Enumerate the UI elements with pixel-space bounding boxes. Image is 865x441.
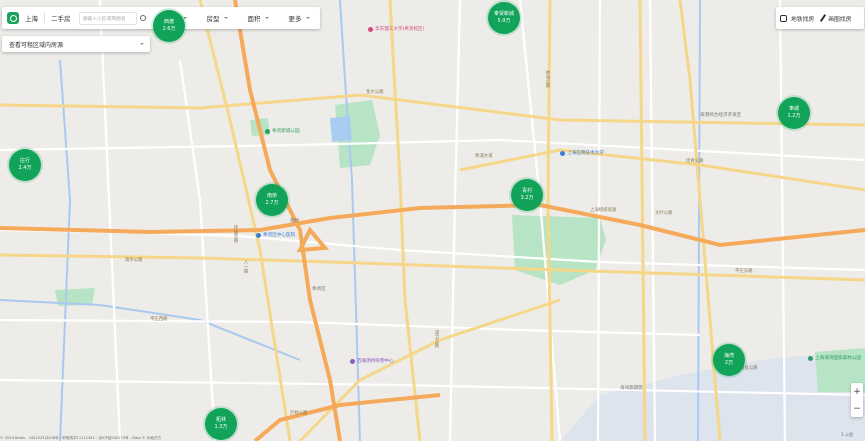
hospital-icon [256,232,261,238]
filter-area-label: 面积 [247,15,261,23]
cluster-name: 庄行 [19,158,30,164]
area-cluster-bubble[interactable]: 海湾 2万 [713,344,745,376]
chevron-down-icon [305,17,310,19]
cluster-count: 3.2万 [520,195,534,201]
pencil-icon [820,14,827,22]
metro-search-label: 地铁找房 [791,16,815,23]
cluster-name: 奉贤新城 [493,11,514,17]
road-label: 沪杭公路 [290,411,308,416]
road-label: 团青公路 [686,159,704,164]
cluster-count: 2.4万 [18,165,32,171]
poi-label: 百联南桥购物中心 [357,359,394,364]
poi-label: 上海海湾国家森林公园 [815,356,861,361]
area-cluster-bubble[interactable]: 西渡 2.6万 [153,10,185,42]
road-label: 浦卫公路 [434,330,439,348]
poi-marker[interactable]: 华东理工大学(奉贤校区) [368,26,425,32]
poi-label: 奉贤区中心医院 [263,233,296,238]
poi-marker[interactable]: 奉贤新城公园 [265,128,300,134]
right-tool-bar: 地铁找房 画圈找房 [776,7,864,29]
cluster-name: 奉城 [788,106,799,112]
filter-layout[interactable]: 房型 [207,13,228,23]
rentable-area-dropdown[interactable]: 查看可租区域内房源 [2,36,150,52]
filter-more-label: 更多 [288,15,302,23]
road-label: 环城东路 [233,225,238,243]
zoom-control: + − [851,383,863,417]
cluster-name: 海湾 [723,353,734,359]
chevron-down-icon [140,43,144,45]
cluster-count: 2.6万 [162,26,176,32]
road-label: 林海公路 [545,70,550,88]
school-icon [560,150,565,156]
area-label: 奉贤区 [312,287,326,292]
poi-label: 华东理工大学(奉贤校区) [375,27,425,32]
chevron-down-icon [264,17,269,19]
draw-search-button[interactable]: 画圈找房 [818,14,855,23]
road-label: 平庄西路 [150,317,168,322]
park-icon [808,355,813,361]
cluster-name: 青村 [521,188,532,194]
search-placeholder: 请输入小区或商圈名 [82,16,126,22]
filter-more[interactable]: 更多 [289,13,310,23]
cluster-count: 2.7万 [265,200,279,206]
road-label: 大叶公路 [655,211,673,216]
poi-marker[interactable]: 上海应用技术大学 [560,150,604,156]
metro-search-button[interactable]: 地铁找房 [776,14,818,23]
road-label: 上海绕城高速 [590,208,617,213]
poi-marker[interactable]: 上海海湾国家森林公园 [808,355,861,361]
mode-selector[interactable]: 二手房 [51,13,71,23]
map-scale: 1 公里 [841,432,853,437]
metro-icon [780,14,787,22]
park-icon [265,128,270,134]
divider [44,13,45,23]
cluster-count: 1.3万 [214,424,228,430]
area-cluster-bubble[interactable]: 青村 3.2万 [511,179,543,211]
city-selector[interactable]: 上海 [25,13,38,23]
poi-label: 上海应用技术大学 [567,151,604,156]
zoom-out-button[interactable]: − [853,404,861,414]
poi-marker[interactable]: 百联南桥购物中心 [350,358,394,364]
draw-search-label: 画圈找房 [828,16,852,23]
poi-label: 奉贤新城公园 [272,129,300,134]
road-label: 金大公路 [366,90,384,95]
area-cluster-bubble[interactable]: 奉城 1.2万 [778,97,810,129]
cluster-count: 2万 [724,360,734,366]
area-label: 海湾旅游区 [620,386,643,391]
filter-layout-label: 房型 [206,15,220,23]
school-icon [368,26,373,32]
filter-area[interactable]: 面积 [248,13,269,23]
shopping-icon [350,358,355,364]
map-copyright: © 2024 Baidu - GS(2023)3206号 - 甲测资字11111… [0,436,162,440]
rentable-area-label: 查看可租区域内房源 [9,41,64,49]
road-label: 平庄东路 [735,269,753,274]
cluster-name: 西渡 [163,19,174,25]
road-label: 南亭公路 [125,258,143,263]
area-label: 海港综合经济开发区 [700,113,742,118]
road-label: 奉浦大道 [475,154,493,159]
cluster-name: 柘林 [215,417,226,423]
area-cluster-bubble[interactable]: 柘林 1.3万 [205,408,237,440]
search-icon[interactable] [139,15,146,21]
area-cluster-bubble[interactable]: 庄行 2.4万 [9,149,41,181]
cluster-name: 南桥 [266,193,277,199]
cluster-count: 1.2万 [787,113,801,119]
cluster-count: 5.9万 [497,18,511,24]
poi-marker[interactable]: 奉贤区中心医院 [256,232,295,238]
chevron-down-icon [223,17,228,19]
map-canvas[interactable] [0,0,865,441]
zoom-in-button[interactable]: + [853,387,861,397]
area-label: 南桥 [290,219,300,224]
area-cluster-bubble[interactable]: 南桥 2.7万 [256,184,288,216]
area-cluster-bubble[interactable]: 奉贤新城 5.9万 [488,2,520,34]
logo-icon [7,12,19,24]
road-label: 八一路 [243,260,248,274]
search-input[interactable]: 请输入小区或商圈名 [78,11,137,25]
